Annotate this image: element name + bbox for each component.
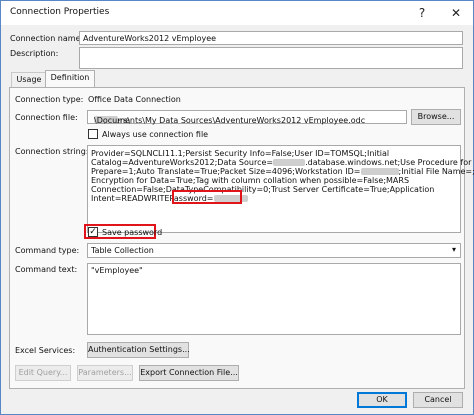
command-type-value: Table Collection	[91, 246, 154, 255]
cancel-button[interactable]: Cancel	[413, 392, 463, 408]
ok-button[interactable]: OK	[357, 392, 407, 408]
connection-name-input[interactable]: AdventureWorks2012 vEmployee	[79, 31, 463, 45]
connection-properties-dialog: Connection Properties ? ✕ Connection nam…	[0, 0, 474, 415]
connstr-line-6a: Intent=READWRITE	[91, 194, 170, 203]
description-label: Description:	[10, 49, 59, 58]
always-use-checkbox[interactable]	[88, 129, 98, 139]
browse-button[interactable]: Browse...	[411, 109, 461, 125]
title-bar: Connection Properties ? ✕	[1, 1, 473, 25]
authentication-settings-button[interactable]: Authentication Settings...	[87, 342, 190, 358]
connection-string-textarea[interactable]: Provider=SQLNCLI11.1;Persist Security In…	[87, 145, 474, 233]
password-highlight	[172, 190, 242, 204]
connection-name-label: Connection name:	[10, 34, 84, 43]
close-button[interactable]: ✕	[446, 3, 466, 23]
connection-file-label: Connection file:	[15, 113, 78, 122]
edit-query-button[interactable]: Edit Query...	[15, 365, 71, 381]
description-input[interactable]	[79, 47, 463, 69]
connstr-line-3b: ;Initial File Name=;Use	[398, 167, 474, 176]
connection-name-value: AdventureWorks2012 vEmployee	[83, 34, 217, 43]
parameters-button[interactable]: Parameters...	[77, 365, 133, 381]
command-text-label: Command text:	[15, 265, 78, 274]
connstr-line-3a: Prepare=1;Auto Translate=True;Packet Siz…	[91, 167, 361, 176]
connection-string-label: Connection string:	[15, 147, 89, 156]
help-button[interactable]: ?	[412, 3, 432, 23]
connection-type-label: Connection type:	[15, 95, 84, 104]
excel-services-label: Excel Services:	[15, 346, 76, 355]
command-type-label: Command type:	[15, 246, 80, 255]
redacted-server	[273, 159, 306, 166]
connstr-line-1: Provider=SQLNCLI11.1;Persist Security In…	[91, 149, 390, 158]
always-use-label: Always use connection file	[102, 130, 209, 139]
save-password-label: Save password	[102, 228, 163, 237]
connstr-line-2b: .database.windows.net;Use Procedure for	[305, 158, 472, 167]
connection-file-input[interactable]: C:\Users\\Documents\My Data Sources\Adve…	[87, 110, 407, 125]
connection-type-value: Office Data Connection	[88, 95, 181, 104]
connstr-line-3: Prepare=1;Auto Translate=True;Packet Siz…	[91, 167, 474, 176]
connstr-line-4: Encryption for Data=True;Tag with column…	[91, 176, 410, 185]
redacted-workstation	[360, 168, 399, 175]
connstr-line-2a: Catalog=AdventureWorks2012;Data Source=	[91, 158, 274, 167]
tab-definition[interactable]: Definition	[45, 70, 95, 88]
command-text-value: "vEmployee"	[91, 266, 143, 275]
definition-panel	[9, 87, 465, 389]
save-password-checkbox[interactable]: ✓	[88, 227, 98, 237]
window-title: Connection Properties	[10, 7, 110, 17]
command-type-select[interactable]: Table Collection ▾	[87, 243, 461, 258]
tab-usage[interactable]: Usage	[11, 72, 47, 88]
connection-file-suffix: \Documents\My Data Sources\AdventureWork…	[94, 116, 366, 125]
chevron-down-icon: ▾	[451, 245, 456, 254]
connstr-line-5: Connection=False;DataTypeCompatibility=0…	[91, 185, 435, 194]
export-connection-file-button[interactable]: Export Connection File...	[139, 365, 239, 381]
command-text-textarea[interactable]: "vEmployee"	[87, 263, 461, 335]
connstr-line-2: Catalog=AdventureWorks2012;Data Source=.…	[91, 158, 471, 167]
